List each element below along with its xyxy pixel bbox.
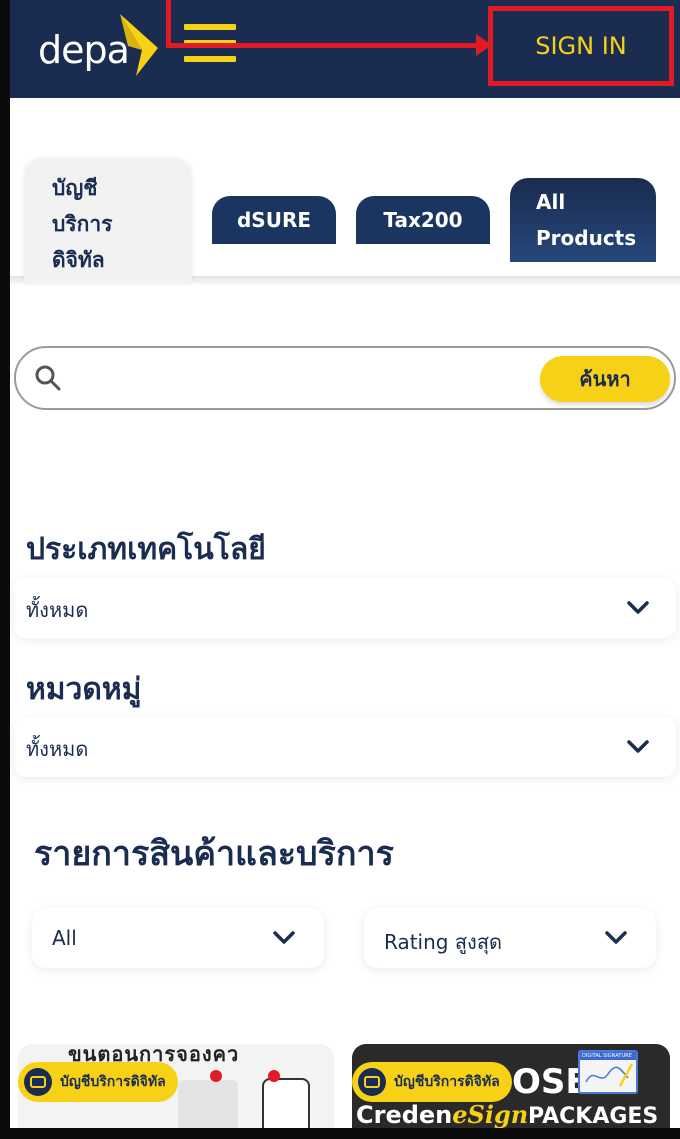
tab-label-line: All (536, 190, 566, 214)
tab-label-line: ดิจิทัล (52, 248, 105, 272)
tablet-icon (358, 1068, 386, 1096)
service-tabs: บัญชี บริการ ดิจิทัล dSURE Tax200 All Pr… (10, 150, 680, 286)
technology-type-select[interactable]: ทั้งหมด (14, 578, 676, 638)
bottom-bar (0, 1128, 680, 1139)
sign-in-button[interactable]: SIGN IN (494, 12, 668, 80)
chevron-down-icon (627, 601, 649, 614)
credenesign-brand: CredeneSign (356, 1100, 528, 1129)
digital-service-badge: บัญชีบริการดิจิทัล (18, 1062, 178, 1102)
brand-sub-text: eSign (452, 1100, 529, 1129)
top-navbar: depa SIGN IN (10, 0, 680, 98)
category-heading: หมวดหมู่ (26, 672, 142, 707)
category-select[interactable]: ทั้งหมด (14, 717, 676, 777)
brand-main-text: Creden (356, 1101, 453, 1129)
product-card[interactable]: ขนตอนการจองคว บัญชีบริการดิจิทัล (18, 1044, 334, 1139)
chevron-down-icon (605, 931, 627, 944)
badge-label: บัญชีบริการดิจิทัล (394, 1074, 500, 1090)
tab-dsure[interactable]: dSURE (212, 196, 336, 244)
tab-label-line: Products (536, 226, 637, 250)
chevron-down-icon (627, 740, 649, 753)
digital-signature-image: DIGITAL SIGNATURE (578, 1050, 638, 1094)
products-services-heading: รายการสินค้าและบริการ (34, 834, 394, 874)
packages-label: PACKAGES (528, 1104, 659, 1129)
depa-logo[interactable]: depa (38, 12, 178, 78)
category-value: ทั้งหมด (26, 737, 89, 761)
badge-label: บัญชีบริการดิจิทัล (60, 1074, 166, 1090)
digital-service-badge: บัญชีบริการดิจิทัล (352, 1062, 512, 1102)
signature-scribble-icon (585, 1063, 634, 1087)
annotation-line (166, 43, 486, 48)
tab-label-line: บริการ (52, 212, 113, 236)
product-card[interactable]: OSE DIGITAL SIGNATURE CredeneSign PACKAG… (352, 1044, 670, 1139)
rating-sort-value: Rating สูงสุด (384, 930, 503, 954)
product-type-filter[interactable]: All (32, 908, 324, 968)
technology-type-value: ทั้งหมด (26, 598, 89, 622)
tab-digital-service-list[interactable]: บัญชี บริการ ดิจิทัล (24, 160, 192, 284)
product-type-value: All (52, 926, 77, 950)
annotation-line (166, 0, 171, 48)
step-marker-icon (210, 1070, 222, 1082)
signature-card-label: DIGITAL SIGNATURE (580, 1052, 636, 1060)
search-icon (35, 365, 61, 391)
search-button[interactable]: ค้นหา (540, 356, 670, 402)
screen-frame: depa SIGN IN บัญชี บริการ ดิจิทัล dSURE … (0, 0, 680, 1139)
technology-type-heading: ประเภทเทคโนโลยี (26, 532, 266, 567)
tab-all-products[interactable]: All Products (510, 178, 656, 262)
search-input[interactable] (76, 358, 536, 398)
search-bar: ค้นหา (14, 346, 676, 410)
tablet-icon (24, 1068, 52, 1096)
logo-arrow-icon (120, 14, 158, 76)
tab-tax200[interactable]: Tax200 (356, 196, 490, 244)
page: depa SIGN IN บัญชี บริการ ดิจิทัล dSURE … (10, 0, 680, 1139)
step-marker-icon (268, 1070, 280, 1082)
rating-sort-filter[interactable]: Rating สูงสุด (364, 908, 656, 968)
tab-label-line: บัญชี (52, 176, 98, 200)
chevron-down-icon (273, 931, 295, 944)
